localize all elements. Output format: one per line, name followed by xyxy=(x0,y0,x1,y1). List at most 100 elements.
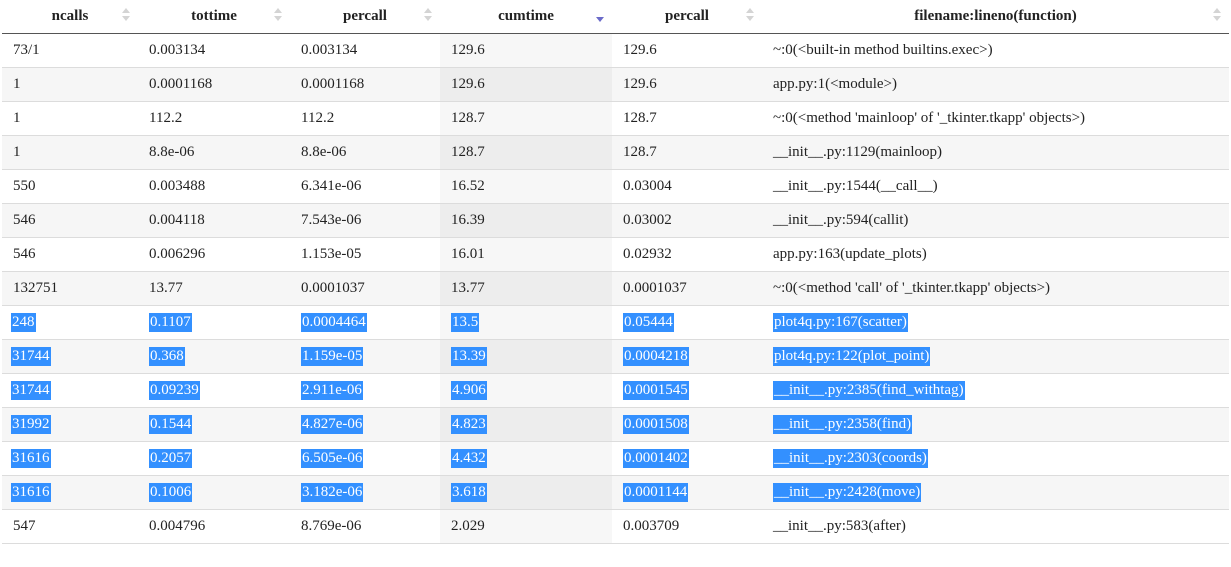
cell-text: __init__.py:1544(__call__) xyxy=(773,178,938,194)
selected-cell-text: plot4q.py:167(scatter) xyxy=(773,313,908,332)
table-row[interactable]: 1 8.8e-06 8.8e-06 128.7 128.7 __init__.py:112… xyxy=(2,135,1229,170)
column-header-label: ncalls xyxy=(51,8,89,24)
table-row[interactable]: 31744 0.09239 2.911e-06 4.906 0.0001545 __ini… xyxy=(2,373,1229,408)
table-row[interactable]: 132751 13.77 0.0001037 13.77 0.0001037 ~:0(<m… xyxy=(2,271,1229,306)
cell-function: __init__.py:2385(find_withtag) xyxy=(762,373,1229,408)
selected-cell-text: 0.1107 xyxy=(149,313,192,332)
cell-text: 0.003134 xyxy=(301,42,358,58)
cell-text: 1 xyxy=(13,110,21,126)
cell-text: 129.6 xyxy=(623,42,657,58)
cell-text: __init__.py:1129(mainloop) xyxy=(773,144,943,160)
cell-text: 0.0001168 xyxy=(149,76,213,92)
selected-cell-text: __init__.py:2385(find_withtag) xyxy=(773,381,965,400)
sort-both-icon xyxy=(274,7,282,23)
cell-text: 16.52 xyxy=(451,178,485,194)
cell-function: __init__.py:2358(find) xyxy=(762,407,1229,442)
selected-cell-text: 0.0001545 xyxy=(623,381,689,400)
cell-percall: 0.0001037 xyxy=(290,271,440,306)
cell-tottime: 0.003488 xyxy=(138,169,290,204)
cell-text: 1 xyxy=(13,76,21,92)
cell-text: app.py:163(update_plots) xyxy=(773,246,927,262)
cell-text: 546 xyxy=(13,212,36,228)
cell-ncalls: 31616 xyxy=(2,441,138,476)
table-row[interactable]: 1 0.0001168 0.0001168 129.6 129.6 app.py:1(<m… xyxy=(2,67,1229,102)
selected-cell-text: 0.0001402 xyxy=(623,449,689,468)
selected-cell-text: 3.618 xyxy=(451,483,487,502)
selected-cell-text: 3.182e-06 xyxy=(301,483,364,502)
cell-text: 8.8e-06 xyxy=(149,144,195,160)
column-header-ncalls[interactable]: ncalls xyxy=(2,0,138,34)
cell-ncalls: 550 xyxy=(2,169,138,204)
cell-percall-cumulative: 128.7 xyxy=(612,101,762,136)
cell-ncalls: 31744 xyxy=(2,339,138,374)
selected-cell-text: 4.432 xyxy=(451,449,487,468)
cell-percall-cumulative: 0.03002 xyxy=(612,203,762,238)
cell-text: 0.0001168 xyxy=(301,76,365,92)
selected-cell-text: 4.827e-06 xyxy=(301,415,364,434)
cell-text: 546 xyxy=(13,246,36,262)
sort-both-icon xyxy=(746,7,754,23)
selected-cell-text: __init__.py:2428(move) xyxy=(773,483,922,502)
table-row[interactable]: 248 0.1107 0.0004464 13.5 0.05444 plot4q.py:1… xyxy=(2,305,1229,340)
cell-tottime: 0.003134 xyxy=(138,33,290,68)
cell-percall: 112.2 xyxy=(290,101,440,136)
table-row[interactable]: 31992 0.1544 4.827e-06 4.823 0.0001508 __init… xyxy=(2,407,1229,442)
column-header-cumtime[interactable]: cumtime xyxy=(440,0,612,34)
selected-cell-text: 0.09239 xyxy=(149,381,200,400)
cell-text: 6.341e-06 xyxy=(301,178,362,194)
cell-function: app.py:1(<module>) xyxy=(762,67,1229,102)
cell-cumtime: 13.77 xyxy=(440,271,612,306)
cell-function: ~:0(<method 'call' of '_tkinter.tkapp' o… xyxy=(762,271,1229,306)
table-row[interactable]: 73/1 0.003134 0.003134 129.6 129.6 ~:0(<built… xyxy=(2,33,1229,68)
selected-cell-text: 0.0001508 xyxy=(623,415,689,434)
table-row[interactable]: 1 112.2 112.2 128.7 128.7 ~:0(<method 'mainlo… xyxy=(2,101,1229,136)
cell-percall: 8.769e-06 xyxy=(290,509,440,544)
column-header-label: tottime xyxy=(191,8,237,24)
cell-text: 128.7 xyxy=(623,144,657,160)
cell-text: 1 xyxy=(13,144,21,160)
cell-ncalls: 31744 xyxy=(2,373,138,408)
column-header-filename-lineno-function[interactable]: filename:lineno(function) xyxy=(762,0,1229,34)
table-row[interactable]: 546 0.006296 1.153e-05 16.01 0.02932 app.py:1… xyxy=(2,237,1229,272)
cell-tottime: 0.1544 xyxy=(138,407,290,442)
cell-percall: 6.341e-06 xyxy=(290,169,440,204)
selected-cell-text: 31744 xyxy=(11,347,51,366)
cell-cumtime: 128.7 xyxy=(440,135,612,170)
cell-text: ~:0(<built-in method builtins.exec>) xyxy=(773,42,993,58)
cell-function: ~:0(<method 'mainloop' of '_tkinter.tkap… xyxy=(762,101,1229,136)
table-row[interactable]: 547 0.004796 8.769e-06 2.029 0.003709 __init_… xyxy=(2,509,1229,544)
table-row[interactable]: 550 0.003488 6.341e-06 16.52 0.03004 __init__… xyxy=(2,169,1229,204)
column-header-percall[interactable]: percall xyxy=(290,0,440,34)
cell-function: plot4q.py:167(scatter) xyxy=(762,305,1229,340)
table-row[interactable]: 31744 0.368 1.159e-05 13.39 0.0004218 plot4q.… xyxy=(2,339,1229,374)
cell-percall: 2.911e-06 xyxy=(290,373,440,408)
cell-text: 129.6 xyxy=(451,76,485,92)
cell-text: 0.006296 xyxy=(149,246,206,262)
cell-text: 0.0001037 xyxy=(623,280,687,296)
column-header-percall-cumulative[interactable]: percall xyxy=(612,0,762,34)
cell-tottime: 0.004796 xyxy=(138,509,290,544)
cell-ncalls: 1 xyxy=(2,135,138,170)
table-row[interactable]: 31616 0.1006 3.182e-06 3.618 0.0001144 __init… xyxy=(2,475,1229,510)
cell-text: 0.003709 xyxy=(623,518,680,534)
table-row[interactable]: 546 0.004118 7.543e-06 16.39 0.03002 __init__… xyxy=(2,203,1229,238)
selected-cell-text: 31616 xyxy=(11,449,51,468)
selected-cell-text: 13.39 xyxy=(451,347,487,366)
cell-text: 0.03002 xyxy=(623,212,672,228)
cell-percall: 0.0004464 xyxy=(290,305,440,340)
selected-cell-text: 13.5 xyxy=(451,313,480,332)
column-header-tottime[interactable]: tottime xyxy=(138,0,290,34)
cell-percall-cumulative: 0.0001545 xyxy=(612,373,762,408)
cell-text: 8.8e-06 xyxy=(301,144,347,160)
cell-text: 7.543e-06 xyxy=(301,212,362,228)
cell-text: 128.7 xyxy=(451,110,485,126)
table-row[interactable]: 31616 0.2057 6.505e-06 4.432 0.0001402 __init… xyxy=(2,441,1229,476)
cell-percall: 1.153e-05 xyxy=(290,237,440,272)
cell-function: ~:0(<built-in method builtins.exec>) xyxy=(762,33,1229,68)
cell-tottime: 0.1006 xyxy=(138,475,290,510)
cell-tottime: 0.2057 xyxy=(138,441,290,476)
cell-cumtime: 3.618 xyxy=(440,475,612,510)
cell-ncalls: 1 xyxy=(2,101,138,136)
cell-cumtime: 4.823 xyxy=(440,407,612,442)
cell-ncalls: 31992 xyxy=(2,407,138,442)
